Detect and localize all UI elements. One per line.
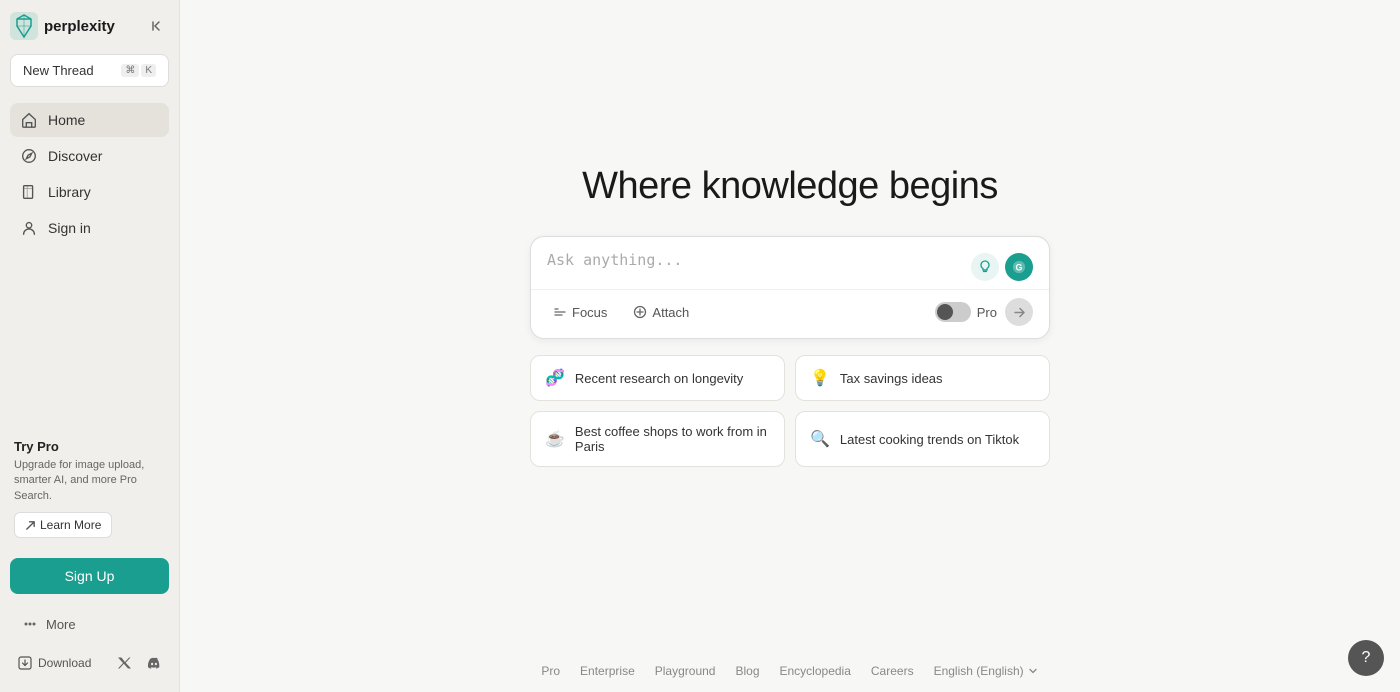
search-input-row: G <box>531 237 1049 289</box>
discord-button[interactable] <box>143 652 165 674</box>
collapse-sidebar-button[interactable] <box>145 14 169 38</box>
more-button[interactable]: More <box>14 610 165 638</box>
toolbar-left: Focus Attach <box>547 301 695 324</box>
more-label: More <box>46 617 76 632</box>
try-pro-title: Try Pro <box>14 439 165 454</box>
submit-button[interactable] <box>1005 298 1033 326</box>
suggestion-card-3[interactable]: ☕ Best coffee shops to work from in Pari… <box>530 411 785 467</box>
footer-link-careers[interactable]: Careers <box>871 664 914 678</box>
focus-button[interactable]: Focus <box>547 301 613 324</box>
signin-icon <box>20 219 38 237</box>
toolbar-right: Pro <box>935 298 1033 326</box>
footer-language-selector[interactable]: English (English) <box>934 664 1039 678</box>
sidebar-item-library-label: Library <box>48 184 91 200</box>
logo-text: perplexity <box>44 18 115 35</box>
compass-icon <box>20 147 38 165</box>
try-pro-description: Upgrade for image upload, smarter AI, an… <box>14 458 165 504</box>
home-icon <box>20 111 38 129</box>
shortcut-cmd: ⌘ <box>121 64 139 77</box>
sidebar-item-home-label: Home <box>48 112 85 128</box>
sidebar-item-library[interactable]: Library <box>10 175 169 209</box>
more-icon <box>22 616 38 632</box>
footer-link-playground[interactable]: Playground <box>655 664 716 678</box>
suggestion-icon-3: ☕ <box>545 429 565 449</box>
suggestion-card-4[interactable]: 🔍 Latest cooking trends on Tiktok <box>795 411 1050 467</box>
attach-button[interactable]: Attach <box>627 301 695 324</box>
new-thread-button[interactable]: New Thread ⌘ K <box>10 54 169 87</box>
new-thread-label: New Thread <box>23 63 94 78</box>
attach-label: Attach <box>652 305 689 320</box>
help-button[interactable]: ? <box>1348 640 1384 676</box>
social-icons <box>113 652 165 674</box>
suggestion-text-2: Tax savings ideas <box>840 371 943 386</box>
sidebar: perplexity New Thread ⌘ K Home <box>0 0 180 692</box>
sidebar-header: perplexity <box>10 12 169 40</box>
search-toolbar: Focus Attach Pro <box>531 289 1049 338</box>
sidebar-nav: Home Discover Library Sign in <box>10 103 169 247</box>
logo-icon <box>10 12 38 40</box>
toggle-knob <box>937 304 953 320</box>
search-container: G Focus Attach <box>530 236 1050 339</box>
suggestion-icon-2: 💡 <box>810 368 830 388</box>
pro-toggle: Pro <box>935 302 997 322</box>
more-section: More <box>10 606 169 642</box>
download-button[interactable]: Download <box>14 652 95 674</box>
book-icon <box>20 183 38 201</box>
twitter-button[interactable] <box>113 652 135 674</box>
sidebar-item-home[interactable]: Home <box>10 103 169 137</box>
suggestion-icon-4: 🔍 <box>810 429 830 449</box>
footer-link-blog[interactable]: Blog <box>735 664 759 678</box>
shortcut-key: K <box>141 64 156 77</box>
suggestion-text-4: Latest cooking trends on Tiktok <box>840 432 1019 447</box>
try-pro-box: Try Pro Upgrade for image upload, smarte… <box>10 431 169 546</box>
twitter-icon <box>117 656 131 670</box>
suggestion-text-3: Best coffee shops to work from in Paris <box>575 424 770 454</box>
sidebar-spacer <box>10 247 169 431</box>
suggestions-grid: 🧬 Recent research on longevity 💡 Tax sav… <box>530 355 1050 467</box>
focus-icon <box>553 305 567 319</box>
suggestion-card-1[interactable]: 🧬 Recent research on longevity <box>530 355 785 401</box>
new-thread-shortcut: ⌘ K <box>121 64 156 77</box>
hero-title: Where knowledge begins <box>582 165 998 208</box>
suggestion-text-1: Recent research on longevity <box>575 371 743 386</box>
pro-toggle-switch[interactable] <box>935 302 971 322</box>
footer-link-encyclopedia[interactable]: Encyclopedia <box>780 664 851 678</box>
focus-bulb-icon <box>977 259 993 275</box>
grammarly-icon-button[interactable]: G <box>1005 253 1033 281</box>
chevron-down-icon <box>1027 665 1039 677</box>
logo: perplexity <box>10 12 115 40</box>
language-label: English (English) <box>934 664 1024 678</box>
footer-link-enterprise[interactable]: Enterprise <box>580 664 635 678</box>
download-icon <box>18 656 32 670</box>
download-label: Download <box>38 656 91 670</box>
focus-mode-icon-button[interactable] <box>971 253 999 281</box>
discord-icon <box>147 656 161 670</box>
focus-label: Focus <box>572 305 607 320</box>
sidebar-item-discover[interactable]: Discover <box>10 139 169 173</box>
sidebar-item-signin[interactable]: Sign in <box>10 211 169 245</box>
sidebar-footer: Download <box>10 646 169 680</box>
pro-label: Pro <box>977 305 997 320</box>
submit-icon <box>1013 306 1026 319</box>
external-link-icon <box>25 520 36 531</box>
sign-up-button[interactable]: Sign Up <box>10 558 169 594</box>
sidebar-item-signin-label: Sign in <box>48 220 91 236</box>
grammarly-icon: G <box>1012 260 1026 274</box>
footer-link-pro[interactable]: Pro <box>541 664 560 678</box>
main-footer: Pro Enterprise Playground Blog Encyclope… <box>180 650 1400 692</box>
main-content: Where knowledge begins G <box>180 0 1400 692</box>
search-icon-actions: G <box>971 253 1033 281</box>
attach-icon <box>633 305 647 319</box>
search-input[interactable] <box>547 251 971 281</box>
suggestion-icon-1: 🧬 <box>545 368 565 388</box>
suggestion-card-2[interactable]: 💡 Tax savings ideas <box>795 355 1050 401</box>
learn-more-button[interactable]: Learn More <box>14 512 112 538</box>
sidebar-item-discover-label: Discover <box>48 148 102 164</box>
svg-text:G: G <box>1016 263 1023 273</box>
learn-more-label: Learn More <box>40 518 101 532</box>
